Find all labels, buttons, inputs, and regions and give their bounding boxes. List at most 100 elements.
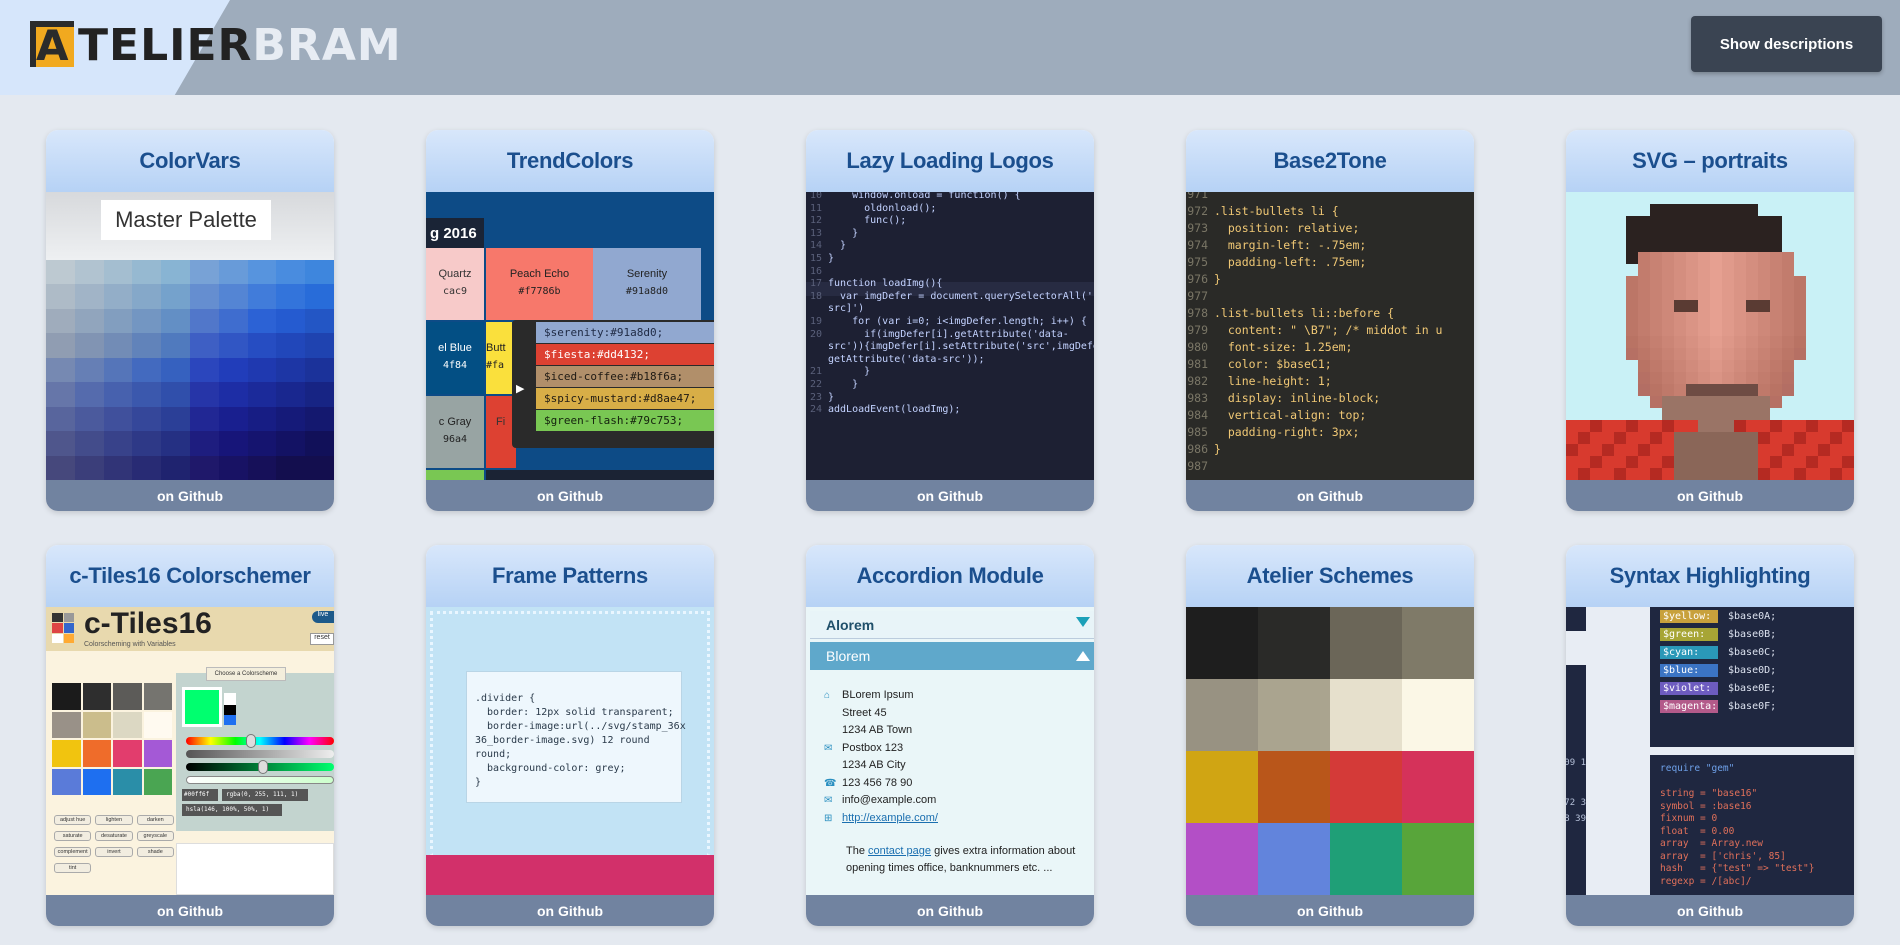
card-preview[interactable]: 10 window.onload = function() {11 oldonl… (806, 192, 1094, 480)
accordion-item-blorem[interactable]: Blorem (810, 642, 1094, 670)
code-line: 10 window.onload = function() { (809, 192, 1021, 201)
adjust-button[interactable]: saturate (54, 831, 92, 841)
portrait-pixel (1674, 312, 1686, 324)
card-title[interactable]: SVG – portraits (1566, 130, 1854, 192)
adjust-button[interactable]: invert (95, 847, 133, 857)
card-preview[interactable]: 971 972 .list-bullets li {973 position: re… (1186, 192, 1474, 480)
alpha-slider[interactable] (186, 776, 334, 784)
card-title[interactable]: TrendColors (426, 130, 714, 192)
scheme-swatch[interactable] (1258, 679, 1330, 751)
portrait-pixel (1782, 468, 1794, 480)
hex-value[interactable]: #00ff6f (182, 789, 218, 801)
scheme-swatch[interactable] (1186, 679, 1258, 751)
hue-slider[interactable] (186, 737, 334, 745)
output-area[interactable] (176, 843, 334, 895)
choose-colorscheme-select[interactable]: Choose a Colorscheme (206, 667, 286, 681)
card-title[interactable]: c-Tiles16 Colorschemer (46, 545, 334, 607)
card-ctiles16-colorschemer[interactable]: c-Tiles16 Colorschemer c-Tiles16 Colorsc… (46, 545, 334, 926)
adjust-button[interactable]: lighten (95, 815, 133, 825)
card-syntax-highlighting[interactable]: Syntax Highlighting 115,109 1 372,372 3 93… (1566, 545, 1854, 926)
live-badge[interactable]: live (312, 611, 334, 623)
adjust-button[interactable]: darken (136, 815, 174, 825)
card-preview[interactable]: c-Tiles16 Colorscheming with Variables l… (46, 607, 334, 895)
scheme-swatch[interactable] (1402, 679, 1474, 751)
contact-page-link[interactable]: contact page (868, 845, 931, 857)
show-descriptions-button[interactable]: Show descriptions (1691, 16, 1882, 72)
card-accordion-module[interactable]: Accordion Module Alorem Blorem ⌂ BLorem I… (806, 545, 1094, 926)
card-preview[interactable]: Alorem Blorem ⌂ BLorem Ipsum Street 45 1234… (806, 607, 1094, 895)
reset-button[interactable]: reset (310, 633, 334, 645)
scheme-swatch[interactable] (1402, 607, 1474, 679)
github-link[interactable]: on Github (46, 895, 334, 926)
play-icon[interactable]: ▶ (516, 382, 530, 396)
chevron-down-icon[interactable] (1076, 617, 1090, 627)
adjust-button[interactable]: tint (54, 863, 92, 873)
adjust-button[interactable]: adjust hue (54, 815, 92, 825)
card-preview[interactable] (1186, 607, 1474, 895)
github-link[interactable]: on Github (426, 480, 714, 511)
github-link[interactable]: on Github (1186, 480, 1474, 511)
card-title[interactable]: Atelier Schemes (1186, 545, 1474, 607)
hsla-value[interactable]: hsla(146, 100%, 50%, 1) (182, 804, 282, 816)
portrait-pixel (1710, 360, 1722, 372)
card-title[interactable]: Syntax Highlighting (1566, 545, 1854, 607)
portrait-pixel (1638, 300, 1650, 312)
portrait-pixel (1722, 300, 1734, 312)
adjust-button[interactable]: desaturate (95, 831, 133, 841)
scheme-swatch[interactable] (1402, 823, 1474, 895)
card-preview[interactable] (1566, 192, 1854, 480)
card-base2tone[interactable]: Base2Tone 971 972 .list-bullets li {973 po… (1186, 130, 1474, 511)
scheme-swatch[interactable] (1186, 823, 1258, 895)
card-svg-portraits[interactable]: SVG – portraits on Github (1566, 130, 1854, 511)
card-trendcolors[interactable]: TrendColors g 2016 Quartz cac9 Peach Echo… (426, 130, 714, 511)
scheme-swatch[interactable] (1330, 823, 1402, 895)
github-link[interactable]: on Github (1186, 895, 1474, 926)
adjust-button[interactable]: greyscale (136, 831, 174, 841)
card-frame-patterns[interactable]: Frame Patterns .divider { border: 12px s… (426, 545, 714, 926)
github-link[interactable]: on Github (426, 895, 714, 926)
saturation-slider[interactable] (186, 750, 334, 758)
scheme-swatch[interactable] (1330, 607, 1402, 679)
adjust-button[interactable]: complement (54, 847, 92, 857)
scheme-swatch[interactable] (1258, 823, 1330, 895)
card-title[interactable]: ColorVars (46, 130, 334, 192)
github-link[interactable]: on Github (46, 480, 334, 511)
github-link[interactable]: on Github (806, 480, 1094, 511)
adjust-button[interactable]: shade (136, 847, 174, 857)
scheme-swatch[interactable] (1186, 607, 1258, 679)
github-link[interactable]: on Github (1566, 895, 1854, 926)
portrait-pixel (1782, 372, 1794, 384)
portrait-pixel (1662, 420, 1674, 432)
card-title[interactable]: Accordion Module (806, 545, 1094, 607)
card-preview[interactable]: 115,109 1 372,372 3 93,138 39 $yellow:$bas… (1566, 607, 1854, 895)
card-title[interactable]: Frame Patterns (426, 545, 714, 607)
portrait-pixel (1674, 396, 1686, 408)
scheme-swatch[interactable] (1402, 751, 1474, 823)
chevron-up-icon[interactable] (1076, 651, 1090, 661)
card-preview[interactable]: Master Palette (46, 192, 334, 480)
card-lazy-loading-logos[interactable]: Lazy Loading Logos 10 window.onload = fu… (806, 130, 1094, 511)
card-preview[interactable]: g 2016 Quartz cac9 Peach Echo #f7786b Sere… (426, 192, 714, 480)
code-line: 12 func(); (809, 215, 907, 227)
card-title[interactable]: Base2Tone (1186, 130, 1474, 192)
card-atelier-schemes[interactable]: Atelier Schemes on Github (1186, 545, 1474, 926)
github-link[interactable]: on Github (1566, 480, 1854, 511)
accordion-item-alorem[interactable]: Alorem (810, 611, 1094, 639)
card-title[interactable]: Lazy Loading Logos (806, 130, 1094, 192)
portrait-pixel (1722, 408, 1734, 420)
scheme-swatch[interactable] (1258, 607, 1330, 679)
scheme-swatch[interactable] (1330, 751, 1402, 823)
scheme-swatch[interactable] (1186, 751, 1258, 823)
github-link[interactable]: on Github (806, 895, 1094, 926)
website-link[interactable]: http://example.com/ (842, 810, 938, 828)
card-colorvars[interactable]: ColorVars Master Palette on Github (46, 130, 334, 511)
color-palette[interactable] (52, 683, 172, 795)
scheme-swatch[interactable] (1258, 751, 1330, 823)
rgba-value[interactable]: rgba(0, 255, 111, 1) (222, 789, 308, 801)
palette-swatch (74, 333, 104, 358)
scheme-swatch[interactable] (1330, 679, 1402, 751)
logo[interactable]: A TELIER BRAM (30, 20, 402, 71)
palette-swatch (103, 308, 133, 334)
portrait-pixel (1794, 312, 1806, 324)
card-preview[interactable]: .divider { border: 12px solid transparen… (426, 607, 714, 895)
